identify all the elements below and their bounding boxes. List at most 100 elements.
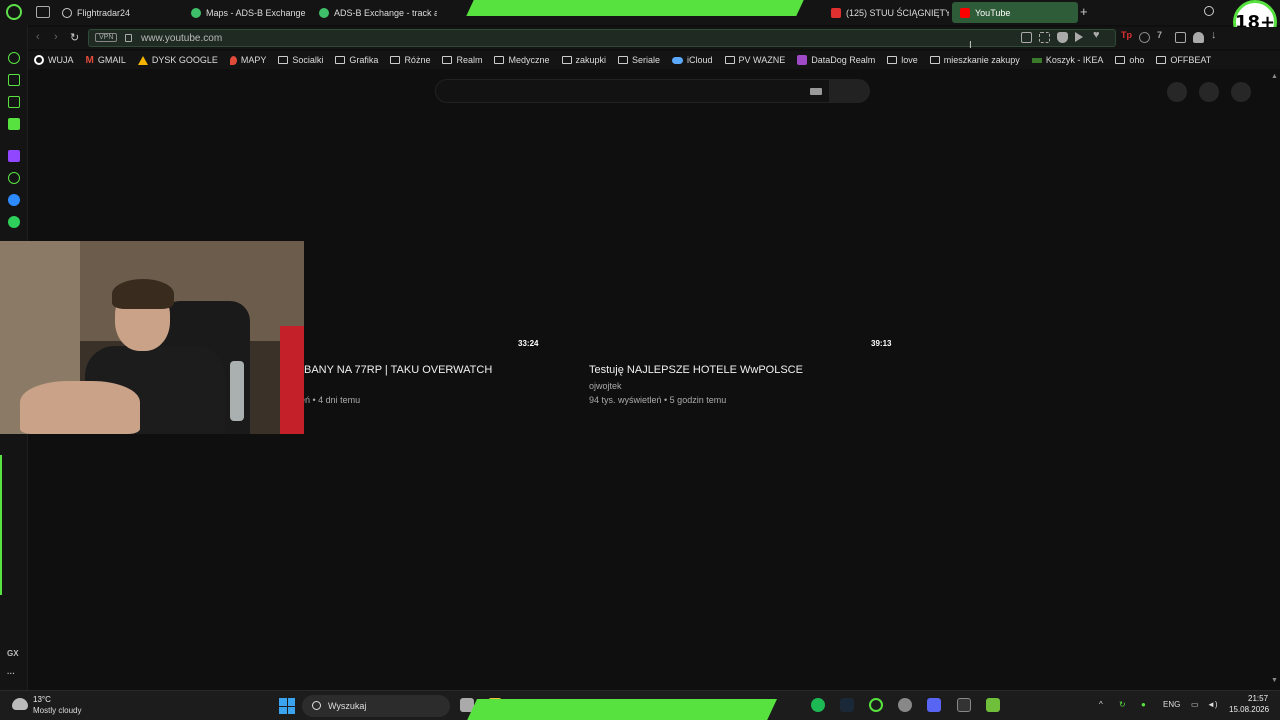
discount-icon[interactable] [8, 172, 20, 184]
tab-adsb-track[interactable]: ADS-B Exchange - track a [311, 2, 437, 23]
extensions-puzzle-icon[interactable] [1175, 32, 1186, 43]
settings-gear-icon[interactable] [898, 698, 912, 712]
extension-tp-icon[interactable]: Tp [1121, 30, 1132, 41]
bookmark-wuja[interactable]: WUJA [34, 55, 74, 65]
bookmark-folder-pv-wazne[interactable]: PV WAZNE [724, 55, 785, 65]
bookmark-folder-rozne[interactable]: Różne [390, 55, 430, 65]
bookmark-folder-medyczne[interactable]: Medyczne [494, 55, 550, 65]
volume-icon[interactable]: ◄) [1207, 700, 1218, 709]
bookmarks-bar: WUJA M GMAIL DYSK GOOGLE MAPY Socialki Gr… [28, 51, 1280, 69]
new-tab-button[interactable]: + [1080, 4, 1088, 19]
tray-sync-icon[interactable]: ↻ [1119, 700, 1126, 709]
heart-icon[interactable]: ♥ [1093, 29, 1104, 41]
weather-temp[interactable]: 13°C [33, 695, 51, 704]
clock-time[interactable]: 21:57 [1248, 694, 1268, 703]
mail-icon[interactable] [8, 118, 20, 130]
keyboard-icon[interactable] [810, 88, 822, 95]
bookmark-folder-socialki[interactable]: Socialki [278, 55, 323, 65]
bookmark-folder-oho[interactable]: oho [1115, 55, 1144, 65]
folder-icon [1156, 56, 1167, 64]
download-icon[interactable]: ↓ [1211, 29, 1222, 41]
video-title[interactable]: BANY NA 77RP | TAKU OVERWATCH [304, 364, 492, 376]
bookmark-maps[interactable]: MAPY [229, 55, 267, 65]
forward-icon[interactable]: › [54, 31, 58, 43]
bookmark-folder-mieszkanie[interactable]: mieszkanie zakupy [929, 55, 1020, 65]
android-app-icon[interactable] [986, 698, 1000, 712]
profile-icon[interactable] [1193, 32, 1204, 43]
weather-desc[interactable]: Mostly cloudy [33, 706, 81, 715]
tab-flightradar[interactable]: Flightradar24 [54, 2, 180, 23]
bookmark-label: DYSK GOOGLE [151, 55, 218, 65]
reload-icon[interactable]: ↻ [70, 31, 79, 44]
app-icon[interactable] [927, 698, 941, 712]
snapshot-icon[interactable] [1039, 32, 1050, 43]
shield-icon[interactable] [1057, 32, 1068, 43]
tab-label: (125) STUU ŚCIĄGNIĘTY D [846, 7, 949, 18]
tray-chevron-icon[interactable]: ^ [1099, 700, 1103, 709]
bookmark-folder-seriale[interactable]: Seriale [618, 55, 660, 65]
bookmark-label: OFFBEAT [1170, 55, 1212, 65]
bookmark-folder-offbeat[interactable]: OFFBEAT [1156, 55, 1211, 65]
opera-gx-icon[interactable] [869, 698, 883, 712]
workspaces-icon[interactable] [36, 6, 50, 18]
tab-label: ADS-B Exchange - track a [334, 7, 437, 18]
create-icon[interactable] [1167, 82, 1187, 102]
youtube-search-button[interactable] [830, 79, 870, 103]
scroll-up-icon[interactable]: ▲ [1271, 73, 1278, 80]
bookmark-gmail[interactable]: M GMAIL [86, 55, 126, 66]
url-text[interactable]: www.youtube.com [141, 33, 222, 44]
extension-circle-icon[interactable] [1139, 32, 1150, 43]
back-icon[interactable]: ‹ [36, 31, 40, 43]
clock-date[interactable]: 15.08.2026 [1229, 705, 1269, 714]
more-icon[interactable]: ··· [7, 669, 15, 678]
video-meta: eń • 4 dni temu [300, 395, 361, 405]
start-button[interactable] [279, 698, 295, 714]
news-icon[interactable] [8, 96, 20, 108]
bookmark-folder-realm[interactable]: Realm [442, 55, 482, 65]
vpn-badge[interactable]: VPN [95, 33, 118, 42]
bookmark-icloud[interactable]: iCloud [672, 55, 713, 65]
lock-icon[interactable] [125, 34, 132, 42]
bookmark-label: zakupki [575, 55, 607, 65]
language-indicator[interactable]: ENG [1163, 700, 1180, 709]
scroll-down-icon[interactable]: ▼ [1271, 677, 1278, 684]
video-channel[interactable]: ojwojtek [589, 381, 622, 391]
gx-label[interactable]: GX [7, 649, 19, 658]
whatsapp-icon[interactable] [8, 216, 20, 228]
tab-search-icon[interactable] [1204, 6, 1214, 16]
bookmark-folder-zakupki[interactable]: zakupki [561, 55, 607, 65]
cloud-icon[interactable] [12, 698, 28, 710]
bookmark-ikea[interactable]: Koszyk - IKEA [1031, 55, 1103, 65]
youtube-search-input[interactable] [435, 79, 830, 103]
bookmark-folder-grafika[interactable]: Grafika [335, 55, 378, 65]
bookmark-label: MAPY [240, 55, 267, 65]
taskbar: 13°C Mostly cloudy Wyszukaj ^ ↻ ● ENG ▭ … [0, 690, 1280, 720]
bookmark-icon[interactable] [1021, 32, 1032, 43]
video-title[interactable]: Testuję NAJLEPSZE HOTELE WwPOLSCE [589, 364, 803, 376]
speed-dial-icon[interactable] [8, 52, 20, 64]
microphone-icon[interactable]: ● [1141, 700, 1146, 709]
epic-games-icon[interactable] [957, 698, 971, 712]
webcam-overlay [0, 241, 304, 434]
bookmark-datadog[interactable]: DataDog Realm [797, 55, 875, 65]
taskbar-search-placeholder: Wyszukaj [328, 701, 367, 711]
monitor-icon[interactable]: ▭ [1191, 700, 1199, 709]
tab-youtube-video[interactable]: (125) STUU ŚCIĄGNIĘTY D [823, 2, 949, 23]
tab-youtube[interactable]: YouTube [952, 2, 1078, 23]
extension-7tv-icon[interactable]: 7 [1157, 30, 1168, 41]
url-field[interactable]: VPN www.youtube.com [88, 29, 1116, 47]
bookmark-folder-love[interactable]: love [887, 55, 918, 65]
gx-corner-icon[interactable] [8, 74, 20, 86]
folder-icon [1115, 56, 1126, 64]
notifications-icon[interactable] [1199, 82, 1219, 102]
bookmark-drive[interactable]: DYSK GOOGLE [137, 55, 218, 65]
avatar[interactable] [1231, 82, 1251, 102]
spotify-icon[interactable] [811, 698, 825, 712]
play-icon[interactable] [1075, 32, 1083, 42]
messenger-icon[interactable] [8, 194, 20, 206]
steam-icon[interactable] [840, 698, 854, 712]
tab-adsb-maps[interactable]: Maps - ADS-B Exchange [183, 2, 309, 23]
twitch-icon[interactable] [8, 150, 20, 162]
taskbar-search-input[interactable]: Wyszukaj [302, 695, 450, 717]
opera-logo-icon[interactable] [6, 4, 22, 20]
